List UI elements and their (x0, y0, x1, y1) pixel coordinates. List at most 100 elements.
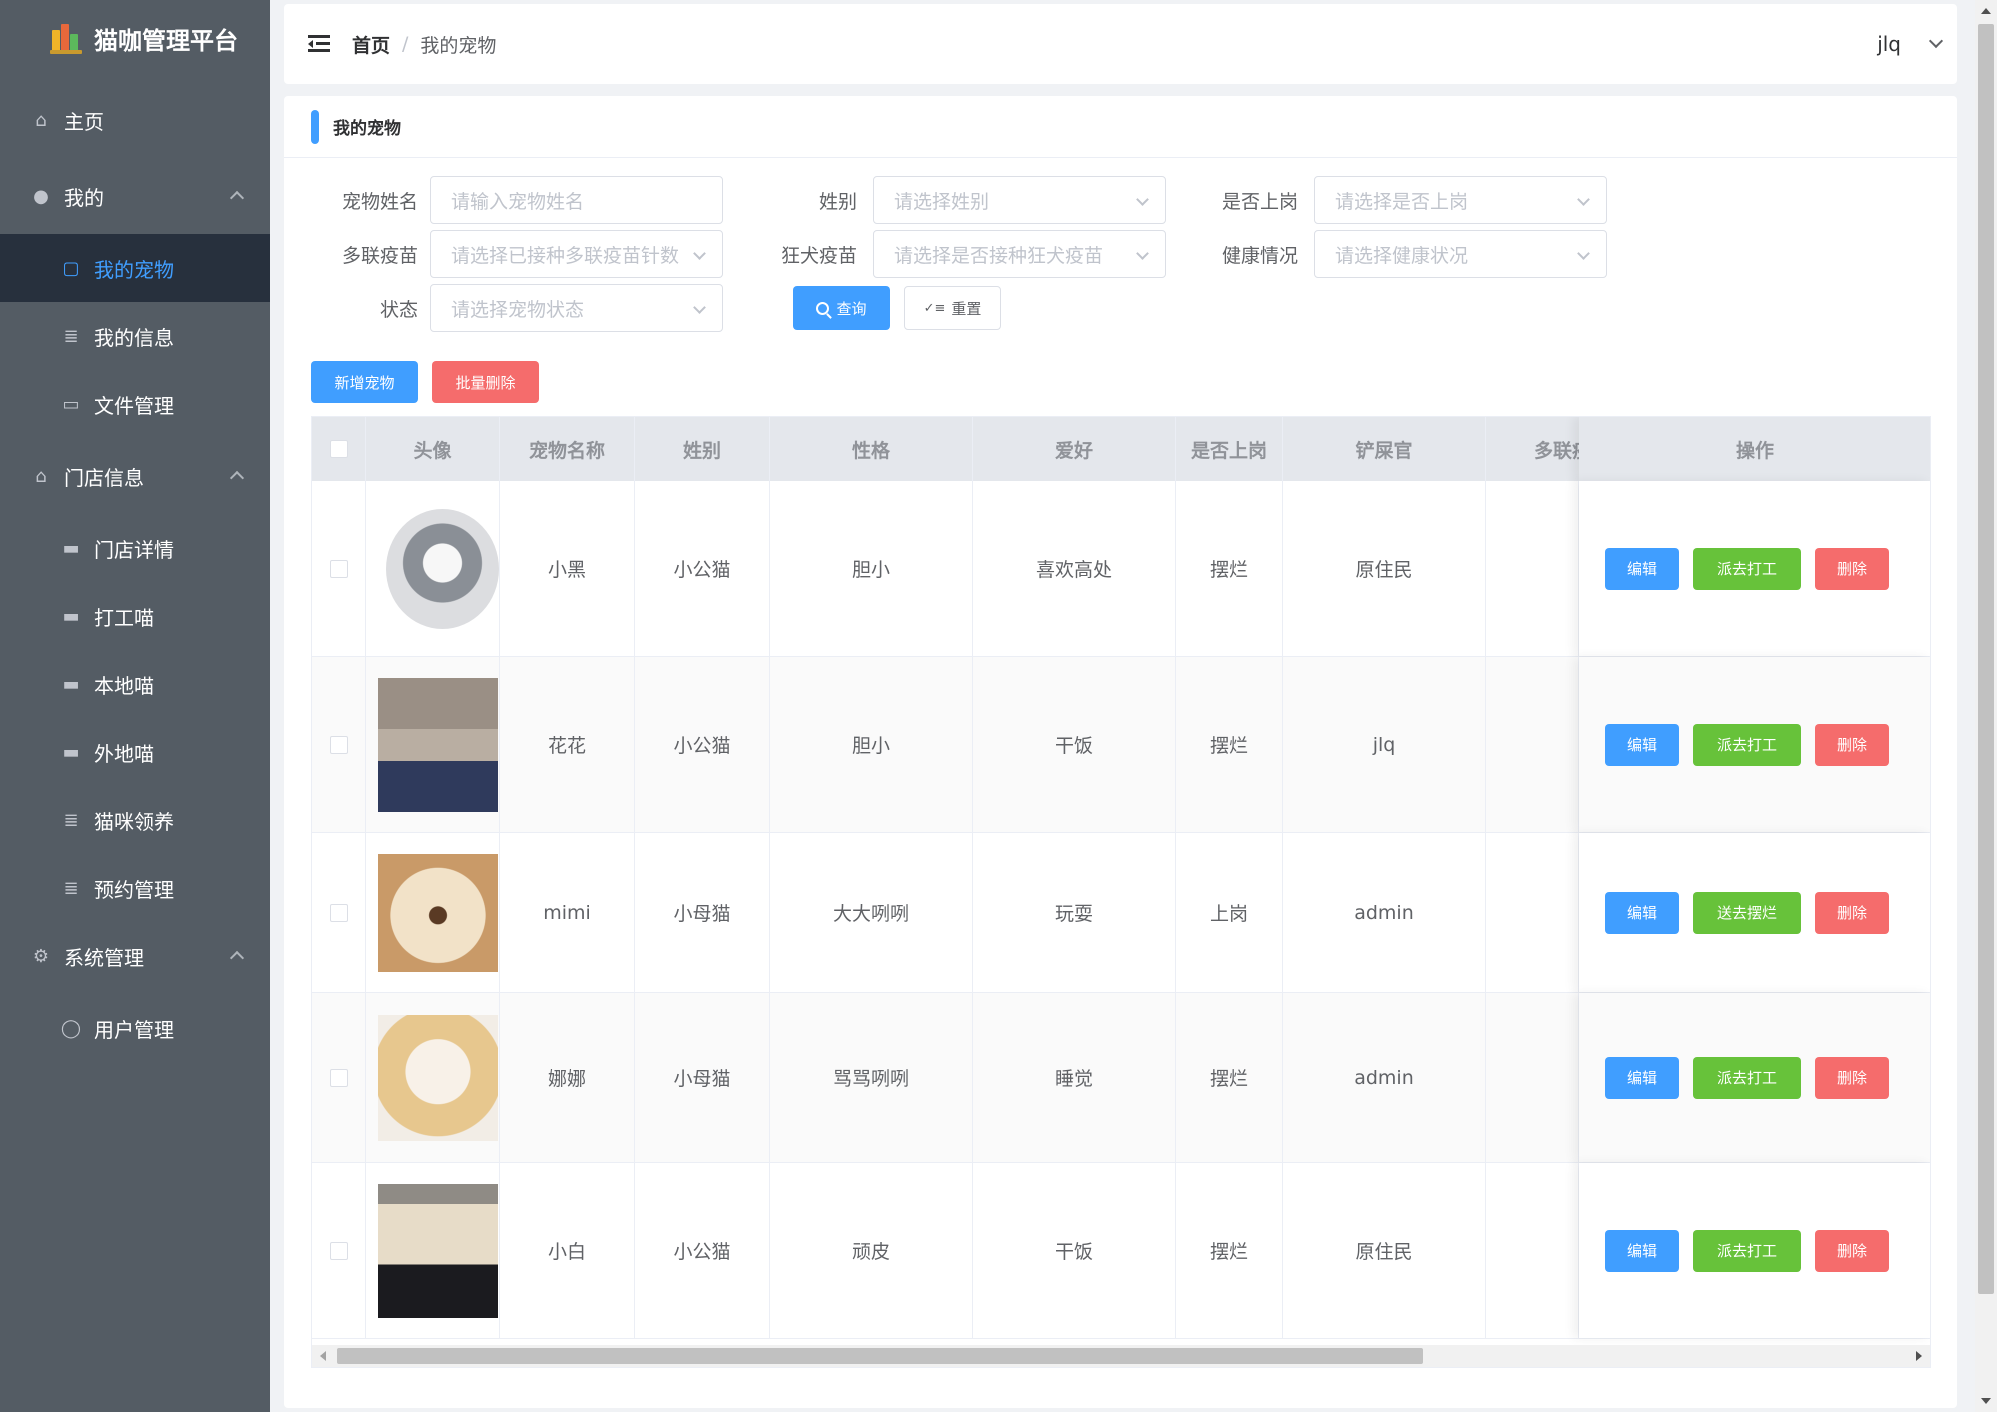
cell-name: 娜娜 (500, 993, 635, 1162)
row-checkbox-cell (312, 481, 366, 656)
query-button[interactable]: 查询 (793, 286, 890, 330)
status-action-button[interactable]: 派去打工 (1693, 1056, 1801, 1099)
scroll-up-arrow-icon[interactable] (1981, 8, 1991, 14)
row-checkbox[interactable] (329, 559, 348, 578)
row-checkbox-cell (312, 833, 366, 992)
delete-button[interactable]: 删除 (1815, 1056, 1889, 1099)
brand: 猫咖管理平台 (0, 0, 270, 76)
chevron-down-icon (1577, 193, 1590, 206)
sidebar-item-4[interactable]: ▭ 文件管理 (0, 370, 270, 438)
sidebar-item-10[interactable]: ≣ 猫咪领养 (0, 786, 270, 854)
sidebar-item-0[interactable]: ⌂ 主页 (0, 86, 270, 154)
sidebar-item-8[interactable]: ▬ 本地喵 (0, 650, 270, 718)
status-action-button[interactable]: 送去摆烂 (1693, 891, 1801, 934)
table-row: 花花 小公猫 胆小 干饭 摆烂 jlq 编辑 派去打工 删除 (312, 657, 1930, 833)
on-duty-select[interactable]: 请选择是否上岗 (1314, 176, 1607, 224)
chevron-down-icon (1928, 33, 1944, 49)
scroll-down-arrow-icon[interactable] (1981, 1398, 1991, 1404)
edit-button[interactable]: 编辑 (1605, 723, 1679, 766)
cell-name: 小黑 (500, 481, 635, 656)
folder-icon: ▭ (62, 393, 80, 415)
actions-cell: 编辑 派去打工 删除 (1579, 993, 1930, 1162)
delete-button[interactable]: 删除 (1815, 891, 1889, 934)
sidebar-item-label: 猫咪领养 (94, 809, 174, 834)
batch-delete-button[interactable]: 批量删除 (432, 361, 539, 403)
breadcrumb-current: 我的宠物 (420, 34, 497, 57)
cell-hobby: 玩耍 (973, 833, 1176, 992)
edit-button[interactable]: 编辑 (1605, 891, 1679, 934)
delete-button[interactable]: 删除 (1815, 547, 1889, 590)
table-row: 小黑 小公猫 胆小 喜欢高处 摆烂 原住民 编辑 派去打工 删除 (312, 481, 1930, 657)
breadcrumb: 首页 / 我的宠物 (352, 31, 496, 58)
delete-button[interactable]: 删除 (1815, 1229, 1889, 1272)
row-checkbox[interactable] (329, 903, 348, 922)
status-action-button[interactable]: 派去打工 (1693, 547, 1801, 590)
health-select[interactable]: 请选择健康状况 (1314, 230, 1607, 278)
title-accent-bar (311, 109, 319, 144)
sidebar-item-12[interactable]: ⚙ 系统管理 (0, 922, 270, 990)
cell-multi-vaccine (1486, 833, 1579, 992)
reset-button[interactable]: ✓≡ 重置 (904, 286, 1001, 330)
sidebar-item-9[interactable]: ▬ 外地喵 (0, 718, 270, 786)
sidebar-item-1[interactable]: ● 我的 (0, 162, 270, 230)
rabies-vaccine-placeholder: 请选择是否接种狂犬疫苗 (894, 244, 1104, 267)
multi-vaccine-select[interactable]: 请选择已接种多联疫苗针数 (430, 230, 723, 278)
actions-cell: 编辑 派去打工 删除 (1579, 481, 1930, 656)
edit-button[interactable]: 编辑 (1605, 547, 1679, 590)
avatar-cell (366, 1163, 500, 1338)
sidebar-item-7[interactable]: ▬ 打工喵 (0, 582, 270, 650)
gender-select[interactable]: 请选择姓别 (873, 176, 1166, 224)
monitor-icon: ▬ (62, 673, 80, 695)
horizontal-scroll-thumb[interactable] (337, 1348, 1423, 1364)
select-all-checkbox[interactable] (329, 440, 348, 458)
edit-button[interactable]: 编辑 (1605, 1229, 1679, 1272)
sidebar-item-6[interactable]: ▬ 门店详情 (0, 514, 270, 582)
page-vertical-scrollbar[interactable] (1975, 0, 1997, 1412)
cell-hobby: 干饭 (973, 657, 1176, 832)
vertical-scroll-thumb[interactable] (1978, 24, 1994, 1294)
horizontal-scrollbar[interactable] (312, 1345, 1930, 1367)
add-pet-button[interactable]: 新增宠物 (311, 361, 418, 403)
chevron-up-icon[interactable] (229, 470, 245, 486)
cat-avatar (378, 1014, 498, 1141)
breadcrumb-home[interactable]: 首页 (352, 31, 390, 58)
cell-name: 小白 (500, 1163, 635, 1338)
sidebar-item-13[interactable]: ◯ 用户管理 (0, 994, 270, 1062)
user-icon: ● (33, 185, 49, 207)
status-action-button[interactable]: 派去打工 (1693, 723, 1801, 766)
header-checkbox-cell (312, 417, 366, 481)
status-action-button[interactable]: 派去打工 (1693, 1229, 1801, 1272)
scroll-right-arrow-icon[interactable] (1916, 1351, 1922, 1361)
chevron-down-icon (1136, 247, 1149, 260)
chevron-down-icon (693, 247, 706, 260)
cell-owner: 原住民 (1283, 1163, 1486, 1338)
row-checkbox[interactable] (329, 735, 348, 754)
pet-name-input[interactable]: 请输入宠物姓名 (430, 176, 723, 224)
row-checkbox[interactable] (329, 1068, 348, 1087)
col-on-duty: 是否上岗 (1176, 417, 1283, 481)
status-select[interactable]: 请选择宠物状态 (430, 284, 723, 332)
chevron-down-icon (1136, 193, 1149, 206)
sidebar-item-3[interactable]: ≣ 我的信息 (0, 302, 270, 370)
sidebar-item-5[interactable]: ⌂ 门店信息 (0, 442, 270, 510)
chevron-down-icon (693, 301, 706, 314)
shop-icon: ⌂ (35, 465, 47, 487)
chevron-up-icon[interactable] (229, 190, 245, 206)
row-checkbox[interactable] (329, 1241, 348, 1260)
chevron-up-icon[interactable] (229, 950, 245, 966)
rabies-vaccine-select[interactable]: 请选择是否接种狂犬疫苗 (873, 230, 1166, 278)
delete-button[interactable]: 删除 (1815, 723, 1889, 766)
filter-row-2: 多联疫苗 请选择已接种多联疫苗针数 狂犬疫苗 请选择是否接种狂犬疫苗 健康情况 … (284, 230, 1607, 278)
cell-gender: 小母猫 (635, 833, 770, 992)
sidebar-item-11[interactable]: ≣ 预约管理 (0, 854, 270, 922)
menu-fold-icon[interactable] (308, 35, 330, 53)
scroll-left-arrow-icon[interactable] (320, 1351, 326, 1361)
sidebar-item-label: 我的 (64, 185, 104, 210)
avatar-cell (366, 833, 500, 992)
user-dropdown[interactable]: jlq (1877, 32, 1944, 56)
sidebar-item-2[interactable]: ▢ 我的宠物 (0, 234, 270, 302)
pet-name-placeholder: 请输入宠物姓名 (451, 190, 585, 213)
books-logo-icon (50, 22, 82, 54)
cat-avatar (378, 677, 498, 812)
edit-button[interactable]: 编辑 (1605, 1056, 1679, 1099)
